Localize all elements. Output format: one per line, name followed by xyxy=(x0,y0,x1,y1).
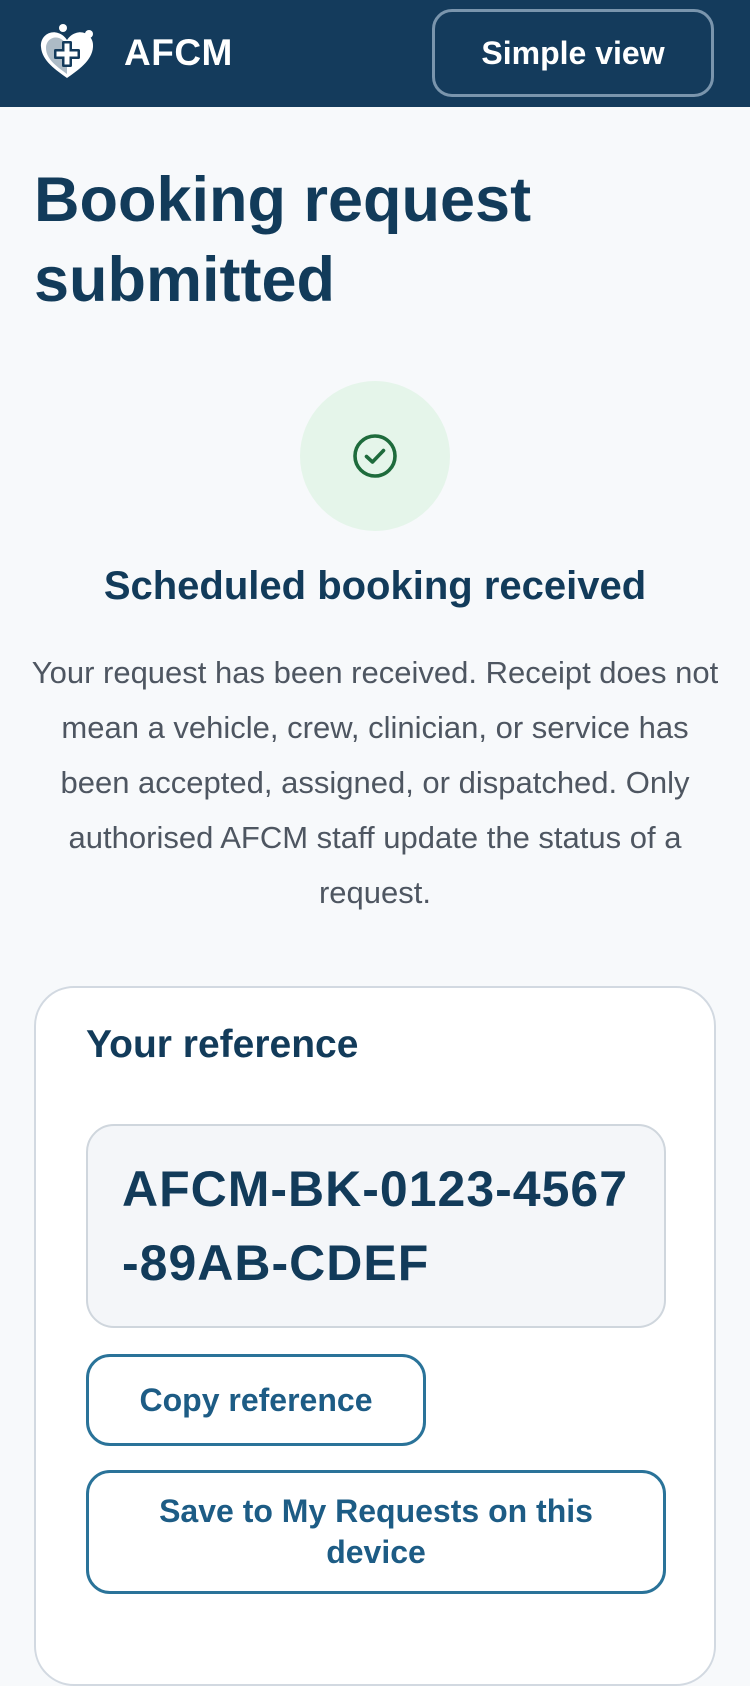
status-message: Your request has been received. Receipt … xyxy=(31,655,719,910)
brand-name: AFCM xyxy=(124,32,233,73)
reference-value: AFCM-BK-0123-4567-89AB-CDEF xyxy=(122,1161,629,1291)
status-heading: Scheduled booking received xyxy=(103,564,647,608)
copy-reference-button[interactable]: Copy reference xyxy=(86,1354,426,1446)
check-circle-icon xyxy=(353,434,397,478)
heart-cross-logo-icon xyxy=(40,24,94,78)
page-title: Booking request submitted xyxy=(34,165,532,315)
simple-view-button[interactable]: Simple view xyxy=(432,9,714,97)
app-header: AFCM Simple view xyxy=(0,0,750,107)
reference-box: AFCM-BK-0123-4567-89AB-CDEF xyxy=(86,1124,666,1328)
reference-label: Your reference xyxy=(86,1023,359,1066)
save-to-my-requests-button[interactable]: Save to My Requests on this device xyxy=(86,1470,666,1594)
success-indicator xyxy=(300,381,450,531)
reference-card: Your reference AFCM-BK-0123-4567-89AB-CD… xyxy=(34,986,716,1686)
